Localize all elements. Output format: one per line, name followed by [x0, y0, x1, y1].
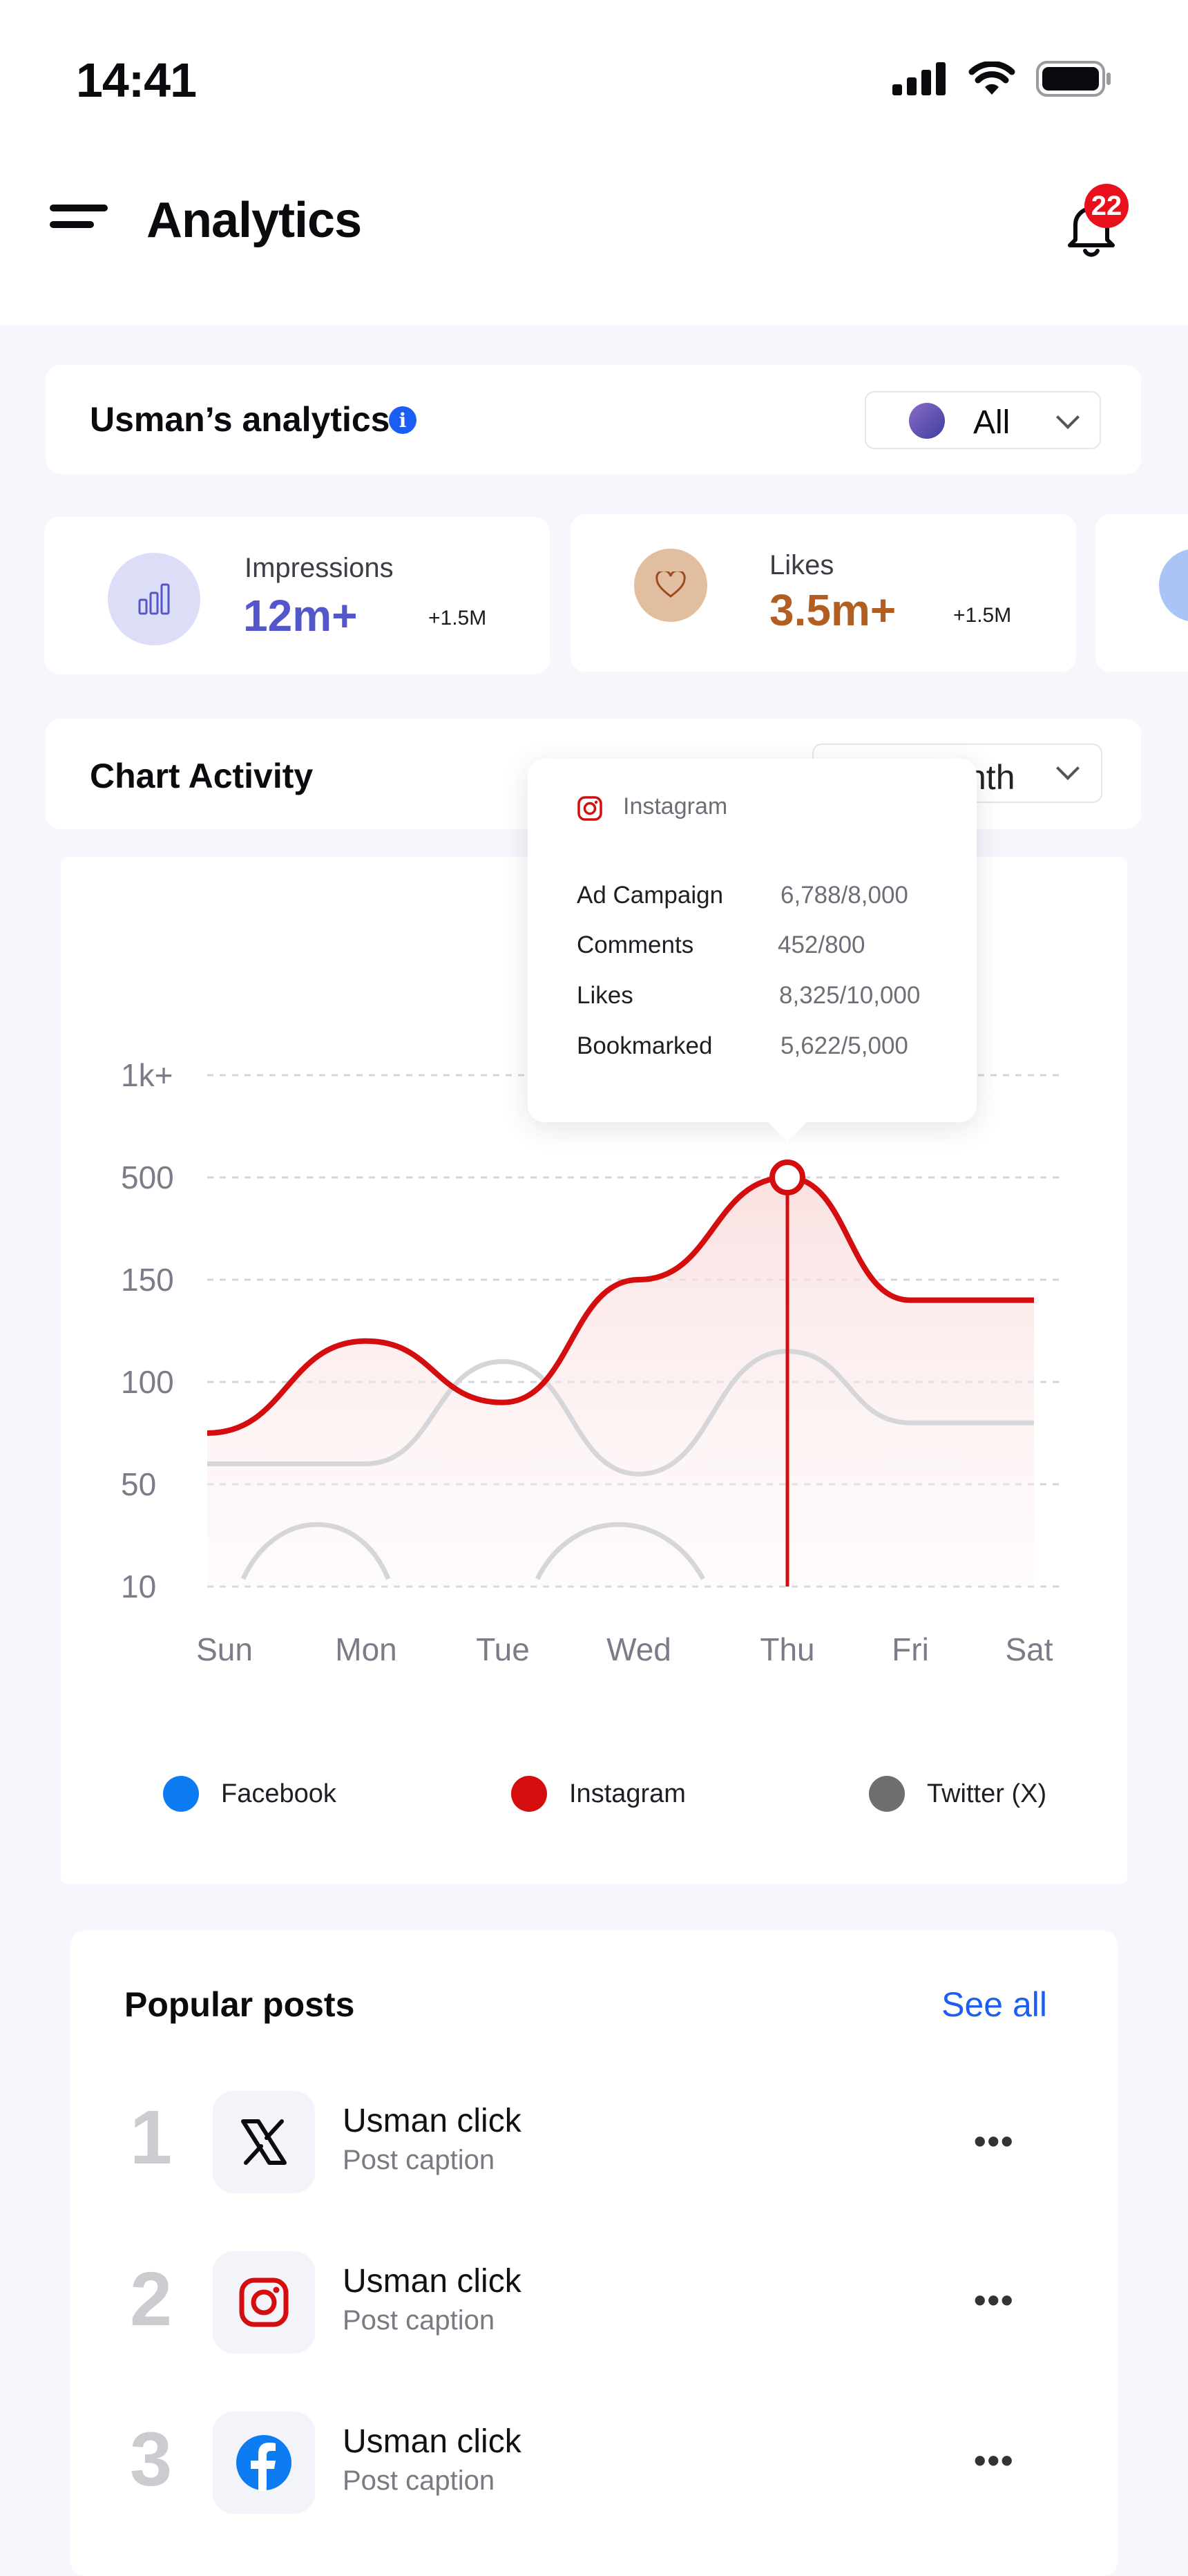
wifi-icon [968, 61, 1015, 95]
stat-card-likes[interactable]: Likes 3.5m+ +1.5M [571, 514, 1076, 672]
post-name[interactable]: Usman click [343, 2102, 521, 2140]
x-tick-label: Tue [476, 1631, 530, 1667]
y-tick-label: 500 [121, 1159, 174, 1195]
x-tick-label: Sat [1005, 1631, 1053, 1667]
analytics-title: Usman’s analytics [90, 400, 390, 439]
stat-delta: +1.5M [428, 607, 487, 629]
popular-posts-card: Popular posts See all 1 Usman click Post… [70, 1931, 1118, 2576]
x-tick-label: Mon [335, 1631, 396, 1667]
post-name[interactable]: Usman click [343, 2423, 521, 2461]
page-title: Analytics [146, 193, 362, 248]
tooltip-row-value: 8,325/10,000 [779, 982, 921, 1009]
more-options-icon[interactable]: ••• [974, 2280, 1015, 2320]
stat-value: 3.5m+ [769, 585, 897, 635]
post-caption: Post caption [343, 2145, 495, 2175]
see-all-link[interactable]: See all [941, 1985, 1047, 2025]
tooltip-row-label: Likes [577, 982, 633, 1009]
more-options-icon[interactable]: ••• [974, 2441, 1015, 2481]
x-tick-label: Sun [196, 1631, 253, 1667]
legend-label: Facebook [221, 1779, 336, 1808]
chart-tooltip: Instagram Ad Campaign 6,788/8,000 Commen… [528, 759, 977, 1122]
stat-label: Likes [769, 550, 834, 580]
notification-badge: 22 [1084, 184, 1129, 228]
y-tick-label: 1k+ [121, 1057, 173, 1093]
y-tick-label: 150 [121, 1262, 174, 1298]
legend-label: Instagram [569, 1779, 686, 1808]
post-rank: 3 [130, 2417, 173, 2502]
stat-delta: +1.5M [953, 604, 1012, 627]
tooltip-row-value: 452/800 [778, 931, 865, 958]
tooltip-row-label: Comments [577, 931, 694, 958]
tooltip-row-label: Bookmarked [577, 1032, 713, 1059]
legend-item-instagram[interactable]: Instagram [511, 1776, 686, 1812]
instagram-icon [213, 2251, 315, 2354]
tooltip-row-value: 6,788/8,000 [780, 882, 908, 909]
post-name[interactable]: Usman click [343, 2262, 521, 2300]
avatar [909, 403, 945, 439]
y-tick-label: 100 [121, 1364, 174, 1400]
post-caption: Post caption [343, 2305, 495, 2336]
instagram-icon [577, 796, 602, 821]
post-caption: Post caption [343, 2465, 495, 2496]
bar-chart-icon [108, 553, 200, 645]
tooltip-brand: Instagram [623, 793, 728, 820]
signal-icon [892, 62, 946, 95]
stat-value: 12m+ [243, 591, 358, 641]
x-tick-label: Thu [760, 1631, 814, 1667]
heart-icon [634, 549, 707, 622]
info-icon[interactable]: i [389, 406, 416, 434]
legend-item-facebook[interactable]: Facebook [163, 1776, 336, 1812]
legend-dot [163, 1776, 199, 1812]
post-rank: 1 [130, 2095, 173, 2180]
chevron-down-icon [1056, 757, 1080, 780]
tooltip-row-label: Ad Campaign [577, 882, 724, 909]
user-icon [1159, 549, 1188, 622]
tooltip-row-value: 5,622/5,000 [780, 1032, 908, 1059]
x-tick-label: Wed [606, 1631, 671, 1667]
legend-item-twitter[interactable]: Twitter (X) [869, 1776, 1046, 1812]
highlight-point[interactable] [769, 1159, 805, 1195]
battery-icon [1036, 61, 1111, 97]
x-twitter-icon [213, 2091, 315, 2193]
stat-label: Impressions [245, 553, 394, 583]
facebook-icon [213, 2412, 315, 2514]
status-icons [892, 61, 1112, 97]
tooltip-pointer [767, 1121, 808, 1142]
y-tick-label: 10 [121, 1569, 156, 1604]
chevron-down-icon [1056, 406, 1080, 429]
post-rank: 2 [130, 2257, 173, 2342]
x-tick-label: Fri [892, 1631, 929, 1667]
status-time: 14:41 [76, 53, 197, 107]
app-header [0, 0, 1188, 325]
stat-card-impressions[interactable]: Impressions 12m+ +1.5M [44, 517, 550, 674]
platform-filter-select[interactable]: All [865, 391, 1101, 449]
popular-posts-title: Popular posts [124, 1985, 355, 2024]
hamburger-menu-icon[interactable] [50, 205, 108, 235]
more-options-icon[interactable]: ••• [974, 2121, 1015, 2161]
y-tick-label: 50 [121, 1466, 156, 1502]
legend-dot [869, 1776, 905, 1812]
chart-activity-title: Chart Activity [90, 757, 314, 795]
legend-dot [511, 1776, 547, 1812]
platform-filter-value: All [973, 404, 1010, 441]
stat-card-partial[interactable] [1095, 514, 1188, 672]
legend-label: Twitter (X) [927, 1779, 1047, 1808]
